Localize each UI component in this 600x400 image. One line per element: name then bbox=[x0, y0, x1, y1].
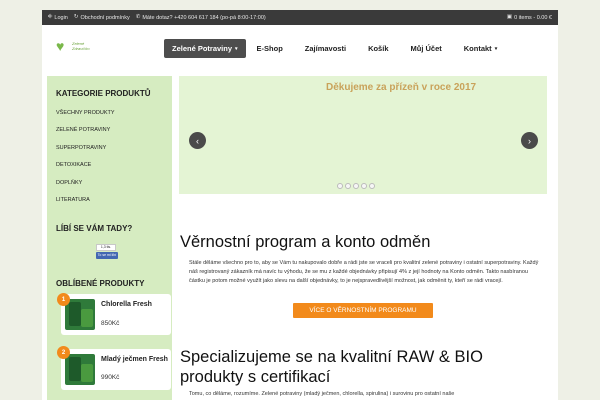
login-label: Login bbox=[54, 14, 68, 21]
cart-link[interactable]: ▣ 0 items - 0.00 € bbox=[506, 13, 552, 21]
category-item-all[interactable]: VŠECHNY PRODUKTY bbox=[47, 104, 172, 122]
categories-title: KATEGORIE PRODUKTŮ bbox=[56, 89, 151, 98]
slider-dot[interactable] bbox=[337, 183, 343, 189]
product-price: 850Kč bbox=[101, 320, 120, 327]
loyalty-text: Stále děláme všechno pro to, aby se Vám … bbox=[189, 260, 539, 285]
category-item-detox[interactable]: DETOXIKACE bbox=[47, 157, 172, 175]
phone-info: ✆ Máte dotaz? +420 604 617 184 (po-pá 8:… bbox=[135, 13, 266, 21]
product-card[interactable]: Mladý ječmen Fresh 990Kč bbox=[61, 349, 171, 390]
nav-item-muj-ucet[interactable]: Můj Účet bbox=[400, 39, 453, 58]
slide-title: Děkujeme za přízeň v roce 2017 bbox=[326, 82, 477, 93]
nav-item-kontakt[interactable]: Kontakt ▾ bbox=[453, 39, 508, 58]
rank-badge: 1 bbox=[57, 293, 70, 306]
category-item-supplements[interactable]: DOPLŇKY bbox=[47, 174, 172, 192]
product-name[interactable]: Chlorella Fresh bbox=[101, 300, 169, 309]
slider-dot[interactable] bbox=[345, 183, 351, 189]
product-image bbox=[65, 299, 95, 330]
logo-text: Zelené Zdravíčko bbox=[72, 41, 90, 51]
phone-label: Máte dotaz? +420 604 617 184 (po-pá 8:00… bbox=[142, 14, 266, 21]
login-icon: ⎆ bbox=[48, 13, 53, 20]
product-price: 990Kč bbox=[101, 374, 120, 381]
cart-icon: ▣ bbox=[506, 13, 513, 20]
slider-prev-button[interactable]: ‹ bbox=[189, 132, 206, 149]
slider-dots bbox=[337, 183, 375, 189]
slider-next-button[interactable]: › bbox=[521, 132, 538, 149]
category-list: VŠECHNY PRODUKTY ZELENÉ POTRAVINY SUPERP… bbox=[47, 104, 172, 209]
main-area: KATEGORIE PRODUKTŮ VŠECHNY PRODUKTY ZELE… bbox=[42, 74, 558, 400]
slider-dot[interactable] bbox=[353, 183, 359, 189]
loyalty-program-button[interactable]: VÍCE O VĚRNOSTNÍM PROGRAMU bbox=[293, 303, 433, 318]
sidebar: KATEGORIE PRODUKTŮ VŠECHNY PRODUKTY ZELE… bbox=[47, 76, 172, 400]
product-name[interactable]: Mladý ječmen Fresh bbox=[101, 355, 169, 364]
nav-item-zajimavosti[interactable]: Zajímavosti bbox=[294, 39, 357, 58]
category-item-green[interactable]: ZELENÉ POTRAVINY bbox=[47, 122, 172, 140]
specialization-heading: Specializujeme se na kvalitní RAW & BIO … bbox=[180, 348, 483, 386]
nav-item-eshop[interactable]: E-Shop bbox=[246, 39, 294, 58]
banner-slider: Děkujeme za přízeň v roce 2017 ‹ › bbox=[179, 76, 547, 194]
product-card[interactable]: Chlorella Fresh 850Kč bbox=[61, 294, 171, 335]
product-image bbox=[65, 354, 95, 385]
nav-item-kosik[interactable]: Košík bbox=[357, 39, 399, 58]
loyalty-heading: Věrnostní program a konto odměn bbox=[180, 233, 431, 251]
fb-like-count: 1,3 tis. bbox=[96, 244, 116, 251]
rank-badge: 2 bbox=[57, 346, 70, 359]
terms-link[interactable]: ↻ Obchodní podmínky bbox=[73, 13, 130, 21]
nav-item-zelene-potraviny[interactable]: Zelené Potraviny ▾ bbox=[164, 39, 246, 58]
top-bar: ⎆ Login ↻ Obchodní podmínky ✆ Máte dotaz… bbox=[42, 10, 558, 25]
like-title: LÍBÍ SE VÁM TADY? bbox=[56, 224, 133, 233]
facebook-like-widget: 1,3 tis. To se mi líbí bbox=[96, 244, 118, 259]
slider-dot[interactable] bbox=[369, 183, 375, 189]
cart-label: 0 items - 0.00 € bbox=[514, 14, 552, 21]
login-link[interactable]: ⎆ Login bbox=[48, 13, 68, 21]
phone-icon: ✆ bbox=[135, 13, 141, 20]
chevron-down-icon: ▾ bbox=[235, 45, 238, 52]
chevron-down-icon: ▾ bbox=[494, 45, 498, 52]
category-item-literature[interactable]: LITERATURA bbox=[47, 192, 172, 210]
fb-like-button[interactable]: To se mi líbí bbox=[96, 252, 118, 259]
main-nav: Zelené Potraviny ▾ E-Shop Zajímavosti Koš… bbox=[164, 39, 508, 58]
category-item-superfoods[interactable]: SUPERPOTRAVINY bbox=[47, 139, 172, 157]
header: ♥ Zelené Zdravíčko Zelené Potraviny ▾ E-Sh… bbox=[42, 25, 558, 74]
leaf-heart-icon: ♥ bbox=[56, 38, 65, 54]
logo[interactable]: ♥ Zelené Zdravíčko bbox=[56, 39, 96, 59]
favorites-title: OBLÍBENÉ PRODUKTY bbox=[56, 279, 145, 288]
refresh-icon: ↻ bbox=[73, 13, 79, 20]
terms-label: Obchodní podmínky bbox=[80, 14, 130, 21]
specialization-text: Tomu, co děláme, rozumíme. Zelené potrav… bbox=[189, 391, 455, 397]
slider-dot[interactable] bbox=[361, 183, 367, 189]
